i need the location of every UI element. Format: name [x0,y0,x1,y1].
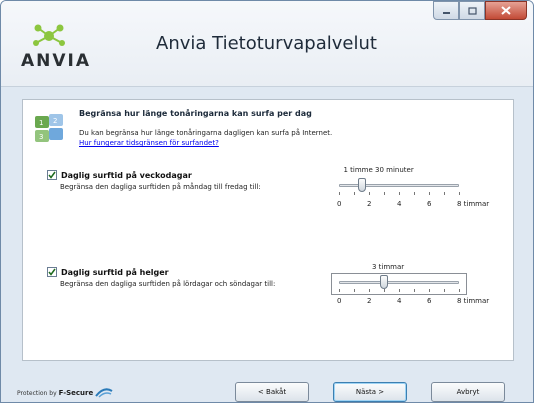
weekends-tick-mark [369,289,370,292]
weekdays-checkbox-row[interactable]: Daglig surftid på veckodagar [47,170,192,180]
protection-by-fsecure: Protection by F-Secure [17,388,113,398]
section-heading: Begränsa hur länge tonåringarna kan surf… [79,109,312,118]
weekdays-tick-label: 0 [337,200,342,208]
weekends-tick-mark [429,289,430,292]
weekdays-tick-mark [459,192,460,195]
weekends-tick-mark [354,289,355,292]
weekdays-tick-label: 6 [427,200,432,208]
weekdays-tick-mark [399,192,400,195]
anvia-logo-icon [33,24,65,46]
parental-control-panel: 1 2 3 Begränsa hur länge tonåringarna ka… [22,99,514,361]
minimize-button[interactable] [433,1,459,20]
weekends-slider-track[interactable] [339,281,459,284]
weekdays-checkbox[interactable] [47,170,57,180]
weekends-tick-label: 2 [367,297,372,305]
weekdays-tick-mark [354,192,355,195]
weekends-checkbox[interactable] [47,267,57,277]
weekends-tick-mark [444,289,445,292]
checkmark-icon [48,268,56,276]
weekends-tick-label: 0 [337,297,342,305]
weekdays-label: Daglig surftid på veckodagar [61,170,192,180]
calendar-time-icon: 1 2 3 [35,114,63,142]
svg-text:1: 1 [39,119,43,127]
weekends-tick-label: 6 [427,297,432,305]
protection-brand: F-Secure [58,389,94,397]
footer-bar: Protection by F-Secure < Bakåt Nästa > A… [1,369,533,402]
weekends-value-label: 3 timmar [372,263,405,271]
weekends-tick-mark [459,289,460,292]
minimize-icon [442,11,450,14]
app-title: Anvia Tietoturvapalvelut [156,33,377,54]
weekdays-tick-label: 4 [397,200,402,208]
weekdays-slider-thumb[interactable] [357,178,366,192]
weekdays-value-label: 1 timme 30 minuter [343,166,414,174]
weekends-slider[interactable]: 3 timmar 0 2 4 6 8 timmar [331,263,491,319]
weekdays-tick-label: 8 timmar [457,200,490,208]
weekends-tick-mark [414,289,415,292]
close-icon [501,6,511,15]
svg-text:3: 3 [39,133,43,141]
maximize-icon [467,6,477,15]
weekdays-tick-label: 2 [367,200,372,208]
weekdays-description: Begränsa den dagliga surftiden på måndag… [60,183,261,191]
header-banner: ANVIA Anvia Tietoturvapalvelut [1,1,533,87]
weekdays-tick-mark [429,192,430,195]
weekdays-tick-mark [339,192,340,195]
weekdays-tick-mark [369,192,370,195]
back-button[interactable]: < Bakåt [235,382,309,402]
weekdays-tick-mark [444,192,445,195]
installer-window: ANVIA Anvia Tietoturvapalvelut 1 2 3 Beg… [0,0,534,403]
close-button[interactable] [485,1,527,20]
window-controls [433,1,527,21]
fsecure-logo-icon [95,388,113,398]
anvia-logo-text: ANVIA [21,51,92,71]
next-button[interactable]: Nästa > [333,382,407,402]
section-description: Du kan begränsa hur länge tonåringarna d… [79,129,333,137]
cancel-button[interactable]: Avbryt [431,382,505,402]
weekends-checkbox-row[interactable]: Daglig surftid på helger [47,267,169,277]
weekends-tick-mark [384,289,385,292]
weekends-tick-mark [399,289,400,292]
checkmark-icon [48,171,56,179]
weekdays-tick-mark [384,192,385,195]
weekends-label: Daglig surftid på helger [61,267,169,277]
weekends-description: Begränsa den dagliga surftiden på lördag… [60,280,276,288]
svg-text:2: 2 [53,117,57,125]
weekdays-tick-mark [414,192,415,195]
weekends-tick-label: 8 timmar [457,297,490,305]
weekdays-slider[interactable]: 1 timme 30 minuter 0 2 4 6 8 timmar [331,166,491,222]
weekends-tick-label: 4 [397,297,402,305]
protection-prefix: Protection by [17,389,57,397]
weekends-slider-thumb[interactable] [380,275,388,289]
help-link[interactable]: Hur fungerar tidsgränsen för surfandet? [79,139,219,147]
maximize-button[interactable] [459,1,485,20]
weekends-tick-mark [339,289,340,292]
